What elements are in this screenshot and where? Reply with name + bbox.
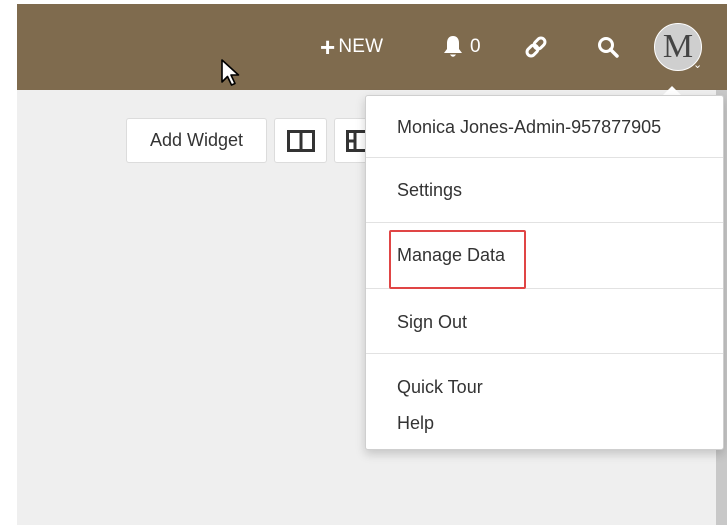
notification-count: 0 [470, 36, 481, 57]
search-button[interactable] [597, 4, 619, 90]
left-margin [0, 0, 17, 525]
mouse-cursor-icon [220, 58, 242, 93]
avatar-initial: M [662, 28, 694, 65]
add-widget-label: Add Widget [149, 130, 244, 150]
two-column-layout-button[interactable] [274, 118, 327, 163]
columns-icon [286, 129, 315, 152]
search-icon [598, 37, 619, 58]
notifications-button[interactable]: 0 [443, 4, 481, 90]
menu-divider [366, 353, 723, 354]
link-icon [525, 36, 547, 58]
menu-item-quick-tour[interactable]: Quick Tour [397, 377, 483, 398]
menu-divider [366, 157, 723, 158]
menu-item-help[interactable]: Help [397, 413, 434, 434]
new-button-label: NEW [338, 36, 384, 57]
link-button[interactable] [523, 4, 549, 90]
menu-item-sign-out[interactable]: Sign Out [397, 312, 467, 333]
new-button[interactable]: + NEW [320, 4, 383, 90]
bell-icon [444, 36, 462, 57]
plus-icon: + [320, 32, 336, 62]
highlight-annotation [389, 230, 526, 289]
menu-item-settings[interactable]: Settings [397, 180, 462, 201]
menu-username: Monica Jones-Admin-957877905 [397, 117, 662, 137]
chevron-down-icon: ⌄ [693, 59, 703, 71]
menu-divider [366, 222, 723, 223]
add-widget-button[interactable]: Add Widget [126, 118, 267, 163]
